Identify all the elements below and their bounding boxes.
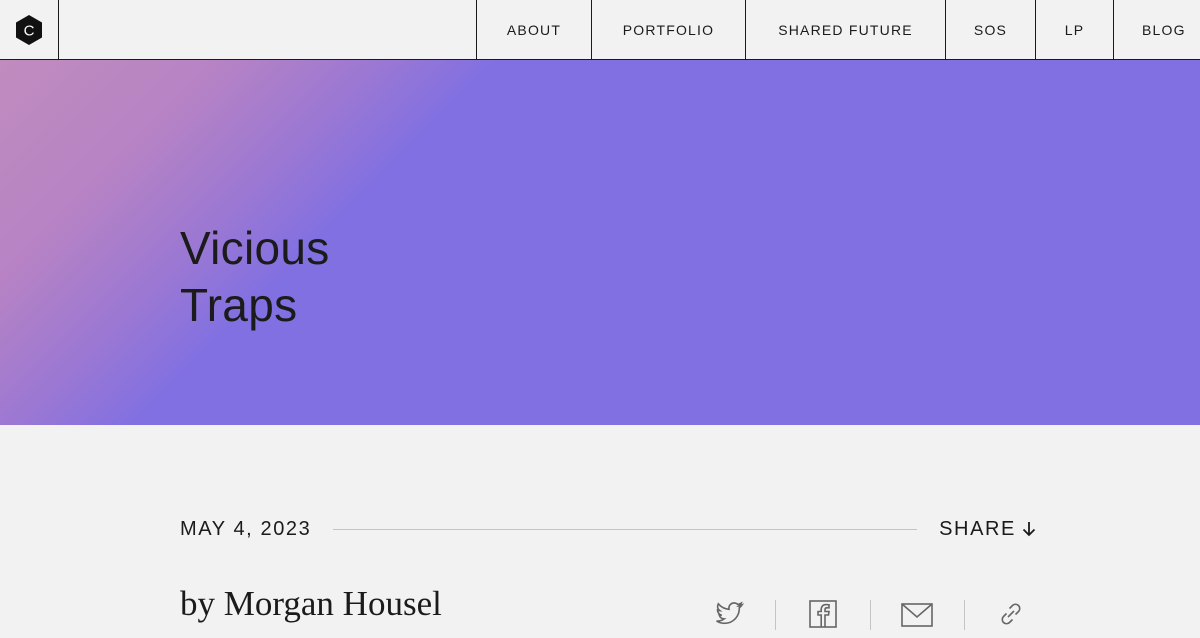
- page-title-line-2: Traps: [180, 279, 298, 331]
- post-author: by Morgan Housel: [180, 584, 442, 623]
- site-logo[interactable]: C: [0, 0, 59, 59]
- nav-link-portfolio[interactable]: Portfolio: [591, 0, 745, 59]
- hero-banner: Vicious Traps: [0, 60, 1200, 425]
- arrow-down-icon: [1022, 521, 1036, 537]
- share-separator: [963, 600, 965, 630]
- page-title-line-1: Vicious: [180, 222, 330, 274]
- nav-link-shared-future[interactable]: Shared Future: [745, 0, 945, 59]
- nav-link-blog[interactable]: Blog: [1113, 0, 1200, 59]
- site-header: C About Portfolio Shared Future SOS LP B…: [0, 0, 1200, 60]
- share-separator: [869, 600, 871, 630]
- share-toggle-button[interactable]: Share: [939, 518, 1036, 541]
- main-nav: About Portfolio Shared Future SOS LP Blo…: [476, 0, 1200, 59]
- twitter-icon[interactable]: [700, 598, 757, 638]
- link-icon[interactable]: [983, 598, 1040, 638]
- svg-text:C: C: [24, 22, 35, 39]
- email-icon[interactable]: [888, 598, 945, 638]
- nav-link-lp[interactable]: LP: [1035, 0, 1113, 59]
- post-date: May 4, 2023: [180, 517, 312, 540]
- post-meta-row: May 4, 2023 Share: [180, 514, 1036, 544]
- nav-link-sos[interactable]: SOS: [945, 0, 1035, 59]
- facebook-icon[interactable]: [794, 598, 851, 638]
- nav-link-about[interactable]: About: [476, 0, 591, 59]
- page-title: Vicious Traps: [180, 220, 330, 334]
- share-icons-row: [700, 598, 1040, 638]
- meta-divider: [333, 528, 918, 530]
- logo-hexagon-icon: C: [16, 14, 42, 45]
- share-label: Share: [939, 517, 1016, 540]
- share-separator: [775, 600, 777, 630]
